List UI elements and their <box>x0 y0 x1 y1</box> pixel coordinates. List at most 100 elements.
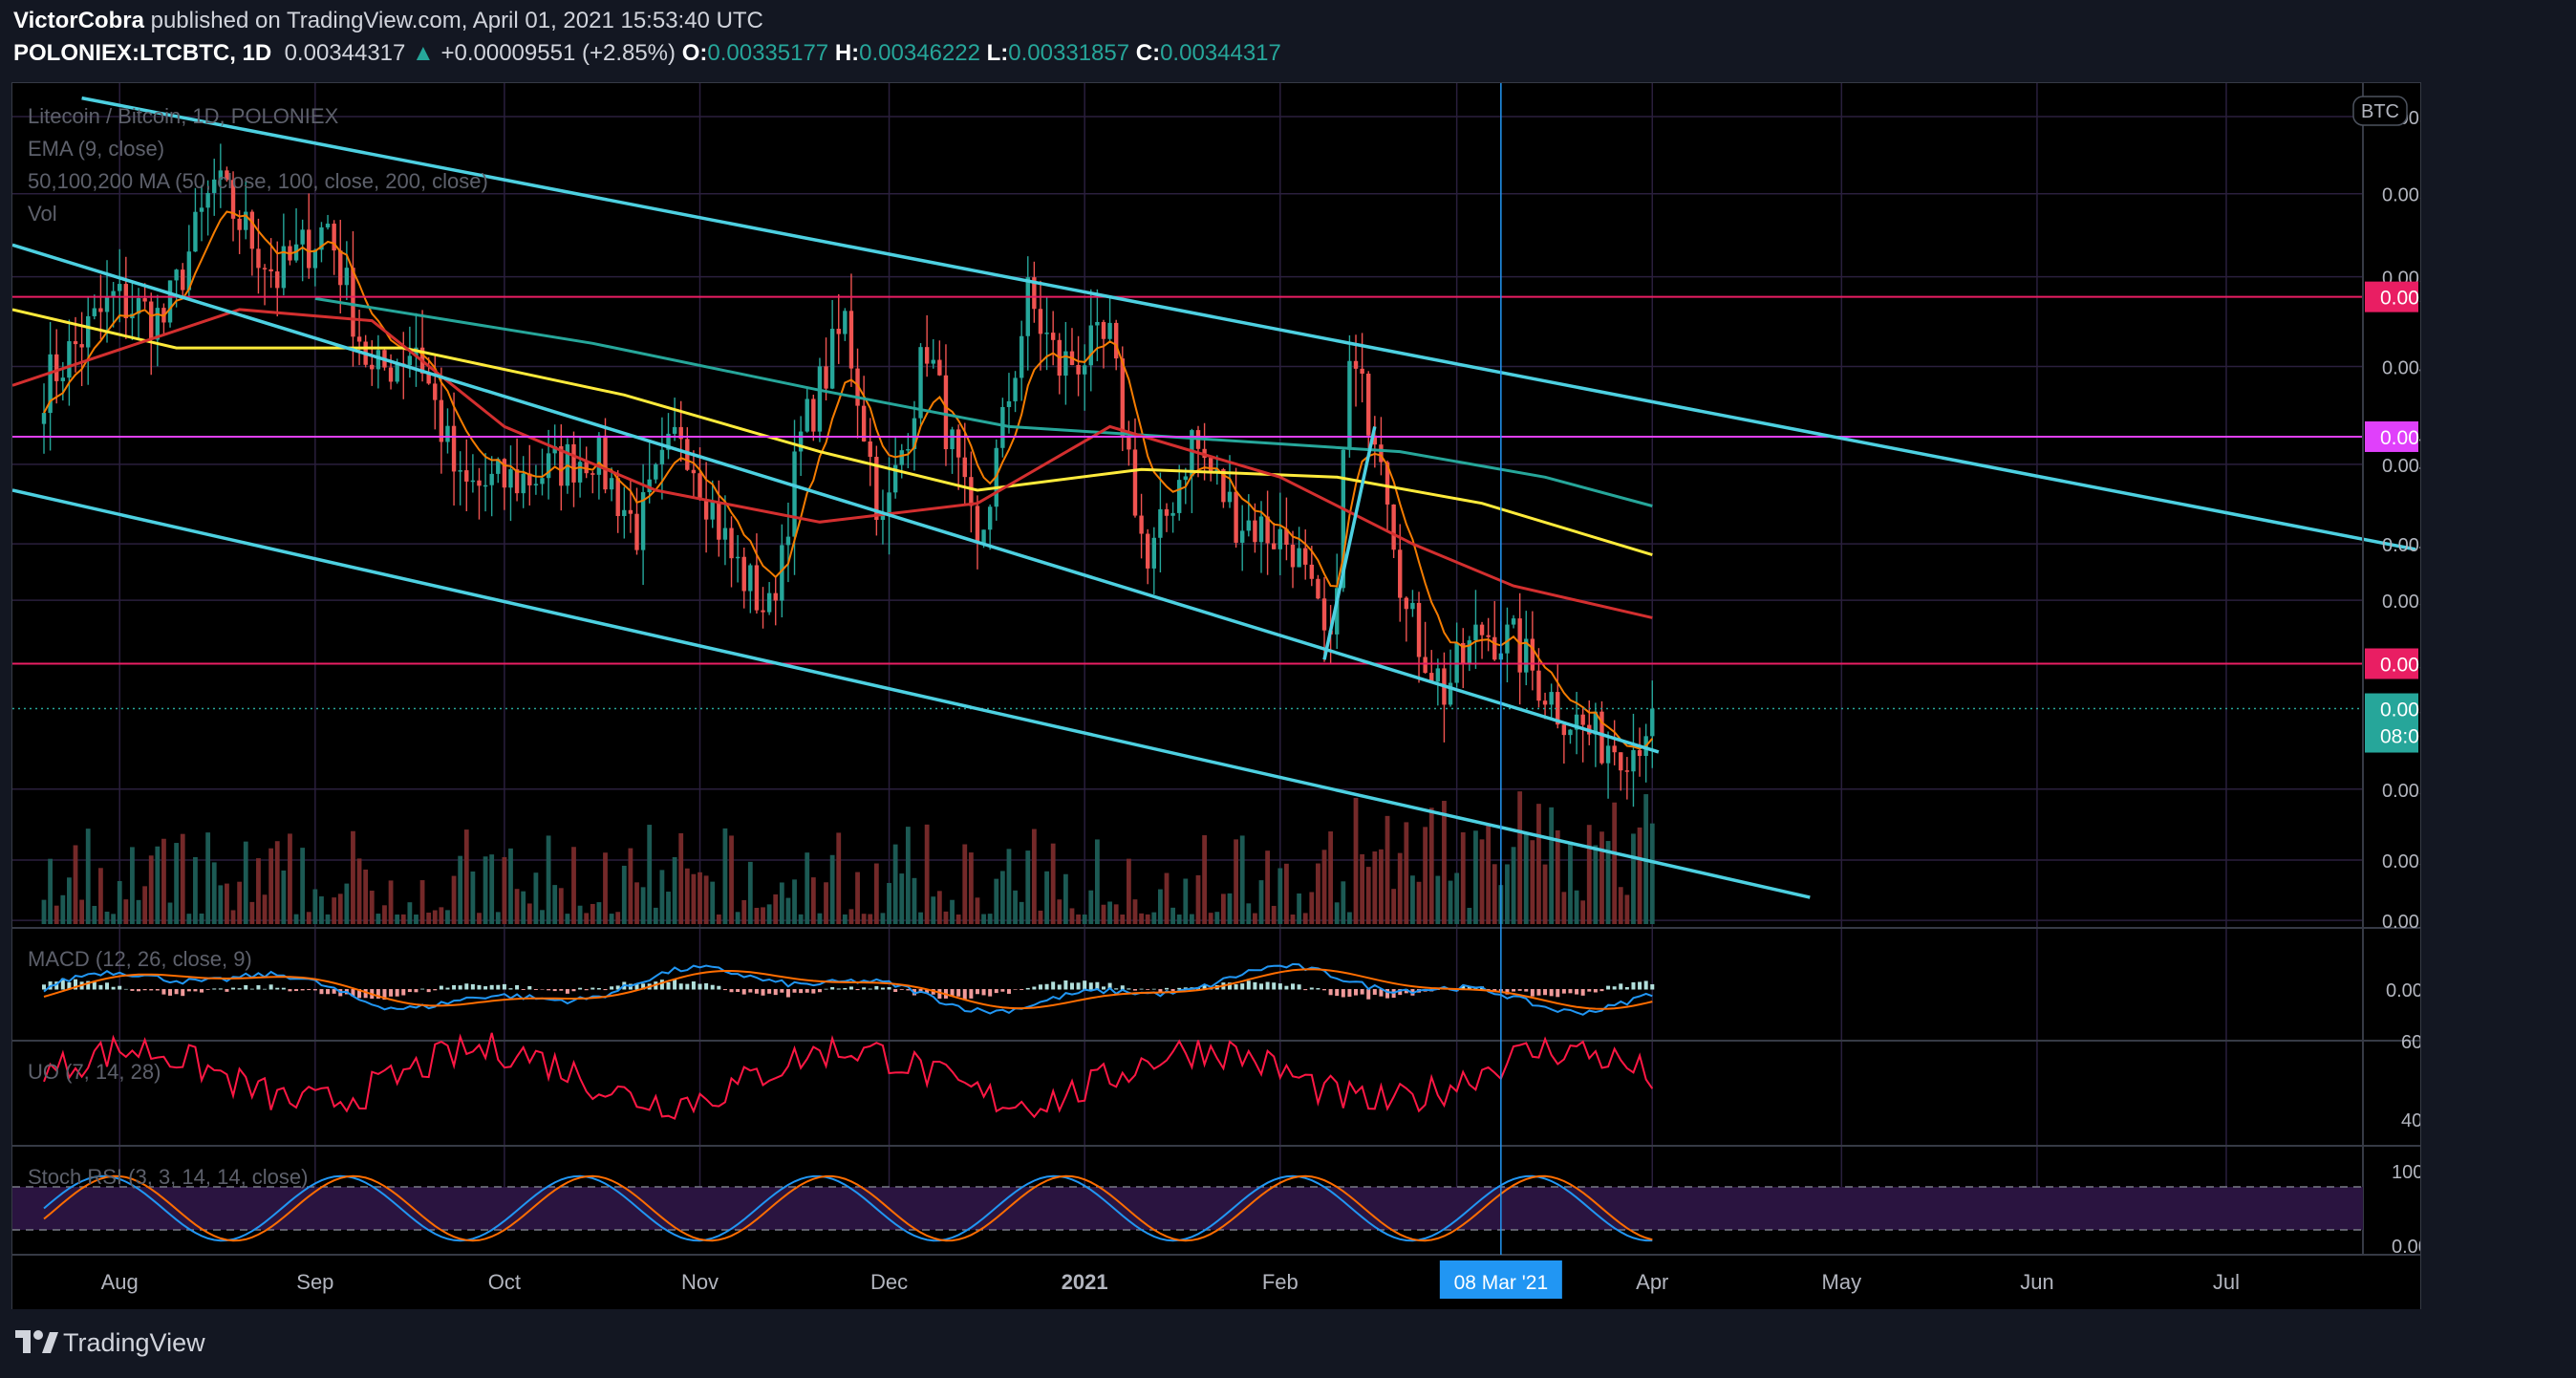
macd-histogram-bar <box>1063 980 1068 990</box>
macd-histogram-bar <box>1309 987 1314 990</box>
macd-histogram-bar <box>1524 989 1529 992</box>
last-price: 0.00344317 <box>284 40 406 66</box>
volume-bar <box>85 829 91 924</box>
macd-histogram-bar <box>1341 989 1345 998</box>
tradingview-brand[interactable]: TradingView <box>63 1328 205 1358</box>
macd-histogram-bar <box>610 986 614 990</box>
volume-bar <box>419 880 425 924</box>
volume-bar <box>1568 841 1573 924</box>
macd-histogram-bar <box>249 988 254 990</box>
volume-bar <box>716 914 721 924</box>
chart-frame[interactable]: Litecoin / Bitcoin, 1D, POLONIEX EMA (9, … <box>11 82 2421 1311</box>
volume-bar <box>924 824 930 924</box>
volume-bar <box>1410 875 1415 924</box>
macd-histogram-bar <box>1151 988 1156 990</box>
macd-histogram-bar <box>1291 983 1296 990</box>
macd-histogram-bar <box>1322 989 1327 991</box>
macd-histogram-bar <box>836 988 841 990</box>
macd-histogram-bar <box>596 987 601 990</box>
volume-bar <box>400 914 406 924</box>
volume-bar <box>382 905 387 924</box>
candle-body <box>92 308 97 316</box>
volume-bar <box>256 858 261 924</box>
volume-bar <box>1309 892 1315 924</box>
stoch-band <box>12 1187 2363 1230</box>
candle-body <box>395 363 399 382</box>
author-name[interactable]: VictorCobra <box>13 8 144 33</box>
volume-bar <box>887 883 891 924</box>
volume-bar <box>565 914 570 924</box>
candle-body <box>1132 449 1138 516</box>
volume-bar <box>880 913 886 924</box>
candle-body <box>1082 365 1087 375</box>
candle-body <box>41 413 47 424</box>
volume-bar <box>829 854 835 924</box>
candle-body <box>735 556 741 559</box>
macd-histogram-bar <box>1360 989 1364 995</box>
macd-histogram-bar <box>899 989 904 990</box>
macd-histogram-bar <box>268 984 273 990</box>
volume-bar <box>514 889 520 924</box>
macd-histogram-bar <box>426 989 431 993</box>
macd-histogram-bar <box>540 989 545 990</box>
macd-histogram-bar <box>1139 988 1144 990</box>
volume-bar <box>805 852 810 924</box>
stoch-pane <box>12 1174 2363 1242</box>
macd-histogram-bar <box>565 989 569 994</box>
volume-bar <box>931 896 936 924</box>
volume-bar <box>1360 853 1365 924</box>
macd-histogram-bar <box>1083 980 1087 990</box>
volume-bar <box>698 872 702 924</box>
macd-histogram-bar <box>161 989 166 995</box>
macd-histogram-bar <box>729 989 734 993</box>
chart-canvas[interactable]: Litecoin / Bitcoin, 1D, POLONIEX EMA (9, … <box>12 83 2420 1310</box>
macd-histogram-bar <box>1303 989 1308 991</box>
volume-bar <box>104 912 110 924</box>
volume-bar <box>54 905 59 924</box>
macd-histogram-bar <box>149 989 154 991</box>
volume-bar <box>1076 914 1081 924</box>
volume-bar <box>41 899 47 924</box>
macd-histogram-bar <box>552 989 557 992</box>
candle-body <box>691 469 697 474</box>
volume-bar <box>761 907 765 924</box>
macd-histogram-bar <box>312 989 317 991</box>
volume-bar <box>1593 845 1599 924</box>
volume-bar <box>994 878 999 924</box>
current-price-tag-label: 0.00344317 <box>2380 700 2420 721</box>
macd-histogram-bar <box>294 989 299 992</box>
volume-bar <box>943 911 949 924</box>
volume-bar <box>136 899 141 924</box>
macd-histogram-bar <box>799 989 804 994</box>
volume-bar <box>363 869 369 924</box>
macd-histogram-bar <box>1549 989 1554 997</box>
macd-histogram-bar <box>1606 985 1611 990</box>
volume-bar <box>1284 863 1289 924</box>
macd-histogram-bar <box>174 989 179 995</box>
volume-bar <box>968 852 974 924</box>
macd-histogram-bar <box>42 984 47 990</box>
volume-bar <box>1612 802 1618 924</box>
volume-bar <box>1599 831 1604 924</box>
symbol-label[interactable]: POLONIEX:LTCBTC, 1D <box>13 40 271 66</box>
candle-body <box>174 269 179 281</box>
volume-bar <box>293 914 299 924</box>
volume-bar <box>1195 874 1201 924</box>
price-tick-label: 0.00320000 <box>2382 781 2420 802</box>
volume-bar <box>439 907 444 924</box>
volume-bar <box>873 863 879 924</box>
volume-bar <box>1328 831 1334 924</box>
candle-body <box>1227 491 1233 503</box>
tradingview-logo-icon[interactable] <box>13 1326 59 1359</box>
macd-histogram-bar <box>817 989 822 993</box>
macd-histogram-bar <box>1580 989 1585 996</box>
candle-body <box>1176 480 1182 513</box>
candle-body <box>672 426 677 434</box>
volume-bar <box>785 897 791 924</box>
candle-body <box>981 529 986 544</box>
volume-bar <box>855 872 860 924</box>
volume-bar <box>596 902 602 924</box>
macd-histogram-bar <box>452 984 457 990</box>
volume-bar <box>1542 864 1548 924</box>
candle-body <box>761 610 765 613</box>
